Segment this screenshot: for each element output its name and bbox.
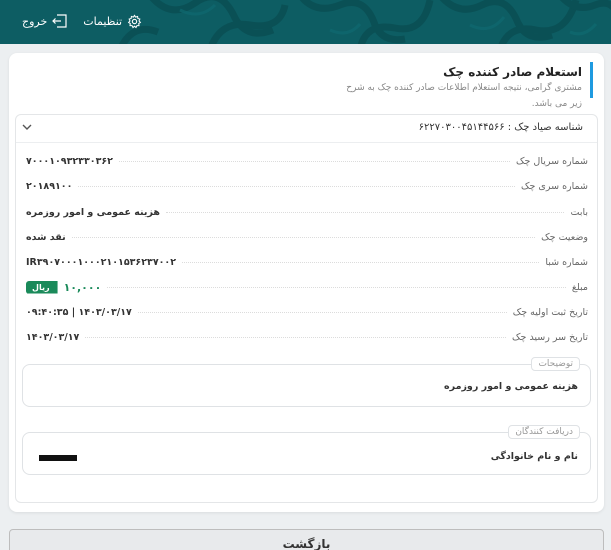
row-label: تاریخ سر رسید چک	[512, 331, 588, 343]
detail-row-status: وضعیت چک نقد شده	[26, 228, 588, 246]
settings-button[interactable]: تنظیمات	[83, 13, 142, 29]
row-dots	[165, 211, 565, 213]
row-label: تاریخ ثبت اولیه چک	[512, 306, 588, 318]
receivers-box: دریافت کنندگان نام و نام خانوادگی	[22, 425, 591, 475]
cheque-details-panel: شناسه صیاد چک : ۶۲۲۷۰۳۰۰۴۵۱۴۴۵۶۶ شماره س…	[15, 114, 598, 503]
detail-row-register-date: تاریخ ثبت اولیه چک ۱۴۰۳/۰۳/۱۷ | ۰۹:۴۰:۳۵	[26, 303, 588, 321]
description-box: توضیحات هزینه عمومی و امور روزمره	[22, 357, 591, 407]
row-label: شماره سری چک	[521, 180, 588, 192]
row-value: هزینه عمومی و امور روزمره	[26, 206, 160, 218]
logout-icon	[52, 14, 67, 28]
row-value: ۱۴۰۳/۰۳/۱۷ | ۰۹:۴۰:۳۵	[26, 306, 132, 318]
page-subtitle: مشتری گرامی، نتیجه استعلام اطلاعات صادر …	[346, 83, 582, 109]
receivers-legend: دریافت کنندگان	[508, 425, 580, 439]
detail-row-series: شماره سری چک ۲۰۱۸۹۱۰۰	[26, 177, 588, 195]
row-value: ۲۰۱۸۹۱۰۰	[26, 180, 73, 192]
detail-row-amount: مبلغ ریال ۱۰,۰۰۰	[26, 278, 588, 296]
logout-button[interactable]: خروج	[22, 14, 67, 28]
row-label: شماره سریال چک	[516, 155, 588, 167]
currency-badge: ریال	[26, 280, 58, 294]
row-label: شماره شبا	[545, 256, 588, 268]
page-title: استعلام صادر کننده چک	[443, 65, 582, 79]
amount-value: ۱۰,۰۰۰	[63, 280, 102, 294]
receiver-name-label: نام و نام خانوادگی	[490, 451, 578, 462]
row-value: ۱۴۰۳/۰۳/۱۷	[26, 331, 80, 343]
chevron-down-icon[interactable]	[22, 123, 32, 131]
back-button[interactable]: بازگشت	[9, 529, 604, 550]
logout-label: خروج	[22, 14, 48, 28]
detail-row-iban: شماره شبا IR۳۹۰۷۰۰۰۱۰۰۰۲۱۰۱۵۳۶۲۳۷۰۰۲	[26, 253, 588, 271]
top-bar: خروج تنظیمات	[0, 0, 611, 44]
row-label: مبلغ	[571, 281, 588, 293]
detail-row-serial: شماره سریال چک ۷۰۰۰۱۰۹۳۲۳۳۰۳۶۲	[26, 152, 588, 170]
row-dots	[107, 286, 566, 288]
row-dots	[78, 185, 516, 187]
row-dots	[118, 160, 511, 162]
row-value: IR۳۹۰۷۰۰۰۱۰۰۰۲۱۰۱۵۳۶۲۳۷۰۰۲	[26, 256, 177, 268]
settings-label: تنظیمات	[83, 14, 123, 28]
row-value: نقد شده	[26, 231, 66, 243]
row-dots	[71, 236, 536, 238]
row-dots	[137, 311, 507, 313]
row-dots	[85, 336, 507, 338]
amount-group: ریال ۱۰,۰۰۰	[26, 280, 102, 294]
row-label: وضعیت چک	[541, 231, 588, 243]
detail-row-due-date: تاریخ سر رسید چک ۱۴۰۳/۰۳/۱۷	[26, 328, 588, 346]
page-header: استعلام صادر کننده چک مشتری گرامی، نتیجه…	[333, 62, 593, 109]
row-dots	[182, 261, 540, 263]
gear-icon	[127, 13, 142, 28]
description-text: هزینه عمومی و امور روزمره	[444, 381, 578, 392]
redacted-name	[39, 455, 77, 461]
detail-row-reason: بابت هزینه عمومی و امور روزمره	[26, 203, 588, 221]
inquiry-card: استعلام صادر کننده چک مشتری گرامی، نتیجه…	[9, 53, 604, 512]
panel-header[interactable]: شناسه صیاد چک : ۶۲۲۷۰۳۰۰۴۵۱۴۴۵۶۶	[16, 115, 597, 143]
row-label: بابت	[570, 206, 588, 218]
description-legend: توضیحات	[531, 357, 580, 371]
sayad-id: شناسه صیاد چک : ۶۲۲۷۰۳۰۰۴۵۱۴۴۵۶۶	[418, 122, 583, 133]
row-value: ۷۰۰۰۱۰۹۳۲۳۳۰۳۶۲	[26, 155, 113, 167]
